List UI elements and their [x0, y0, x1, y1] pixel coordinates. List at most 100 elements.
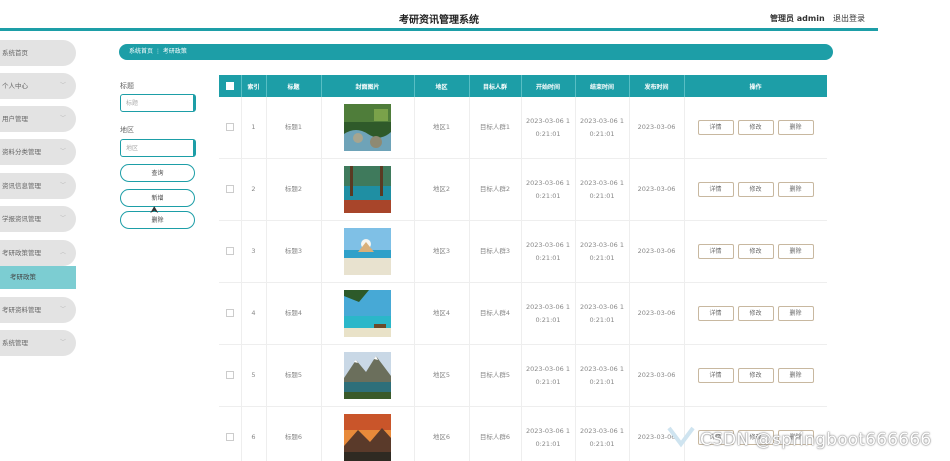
row-checkbox[interactable] — [225, 123, 234, 131]
row-delete-button[interactable]: 删除 — [777, 182, 814, 197]
title-input[interactable]: 标题 — [120, 94, 196, 112]
detail-button[interactable]: 详情 — [697, 182, 734, 197]
end-time-clock: 0:21:01 — [589, 253, 615, 262]
edit-button[interactable]: 修改 — [737, 244, 774, 259]
publish-time-cell: 2023-03-06 — [629, 158, 685, 221]
cover-image-cell — [321, 406, 415, 461]
column-header: 标题 — [266, 75, 322, 97]
start-time-clock: 0:21:01 — [535, 315, 561, 324]
actions-cell: 详情 修改 删除 — [684, 158, 827, 221]
column-header: 操作 — [684, 75, 827, 97]
region-cell: 地区5 — [414, 344, 470, 407]
row-delete-button[interactable]: 删除 — [777, 120, 814, 135]
cover-image-cell — [321, 97, 415, 159]
edit-button[interactable]: 修改 — [737, 368, 774, 383]
target-cell: 目标人群2 — [469, 158, 522, 221]
table-row: 4 标题4 地区4 目标人群4 2023-03-06 1 0:21:01 2023-03-0… — [219, 282, 827, 345]
end-time-cell: 2023-03-06 1 0:21:01 — [575, 344, 630, 407]
index-cell: 4 — [241, 282, 267, 345]
chevron-down-icon: ﹀ — [59, 306, 66, 313]
region-cell: 地区1 — [414, 97, 470, 159]
cover-image[interactable] — [344, 104, 391, 151]
row-delete-button[interactable]: 删除 — [777, 368, 814, 383]
row-delete-button[interactable]: 删除 — [777, 306, 814, 321]
sidebar-item-news[interactable]: 资讯信息管理 ﹀ — [0, 173, 76, 199]
region-input[interactable]: 地区 — [120, 139, 196, 157]
start-time-date: 2023-03-06 1 — [526, 116, 570, 125]
app-title: 考研资讯管理系统 — [399, 15, 479, 26]
sidebar-item-label: 考研政策管理 — [2, 249, 41, 257]
sidebar-item-label: 个人中心 — [2, 82, 28, 90]
sidebar-subitem-label: 考研政策 — [10, 273, 36, 281]
title-label: 标题 — [120, 82, 134, 90]
breadcrumb-separator: ⋮ — [154, 48, 161, 55]
sidebar-item-system[interactable]: 系统管理 ﹀ — [0, 330, 76, 356]
start-time-date: 2023-03-06 1 — [526, 178, 570, 187]
region-cell: 地区6 — [414, 406, 470, 461]
end-time-cell: 2023-03-06 1 0:21:01 — [575, 282, 630, 345]
chevron-down-icon: ﹀ — [59, 182, 66, 189]
detail-button[interactable]: 详情 — [697, 244, 734, 259]
column-header: 结束时间 — [575, 75, 630, 97]
query-button[interactable]: 查询 — [120, 164, 195, 182]
start-time-clock: 0:21:01 — [535, 439, 561, 448]
start-time-cell: 2023-03-06 1 0:21:01 — [521, 220, 576, 283]
table-header-row: 索引 标题 封面图片 地区 目标人群 开始时间 结束时间 发布时间 操作 — [219, 75, 827, 97]
actions-cell: 详情 修改 删除 — [684, 344, 827, 407]
table-row: 2 标题2 地区2 目标人群2 2023-03-06 1 0:21:01 2023-03-0… — [219, 158, 827, 221]
index-cell: 6 — [241, 406, 267, 461]
row-checkbox[interactable] — [225, 185, 234, 193]
sidebar-item-label: 系统首页 — [2, 49, 28, 57]
title-cell: 标题6 — [266, 406, 322, 461]
start-time-cell: 2023-03-06 1 0:21:01 — [521, 158, 576, 221]
row-checkbox[interactable] — [225, 309, 234, 317]
sidebar-item-profile[interactable]: 个人中心 ﹀ — [0, 73, 76, 99]
logout-link[interactable]: 退出登录 — [833, 13, 865, 24]
breadcrumb: 系统首页 ⋮ 考研政策 — [119, 44, 833, 60]
sidebar-item-users[interactable]: 用户管理 ﹀ — [0, 106, 76, 132]
end-time-clock: 0:21:01 — [589, 191, 615, 200]
breadcrumb-home[interactable]: 系统首页 — [129, 48, 153, 55]
cover-image[interactable] — [344, 228, 391, 275]
detail-button[interactable]: 详情 — [697, 306, 734, 321]
select-cell — [219, 158, 242, 221]
index-cell: 5 — [241, 344, 267, 407]
select-all-checkbox[interactable] — [225, 82, 234, 90]
detail-button[interactable]: 详情 — [697, 120, 734, 135]
title-cell: 标题3 — [266, 220, 322, 283]
sidebar-item-material-category[interactable]: 资料分类管理 ﹀ — [0, 139, 76, 165]
target-cell: 目标人群3 — [469, 220, 522, 283]
title-cell: 标题2 — [266, 158, 322, 221]
title-cell: 标题1 — [266, 97, 322, 159]
publish-time-cell: 2023-03-06 — [629, 344, 685, 407]
sidebar-subitem-policy[interactable]: 考研政策 — [0, 266, 76, 289]
edit-button[interactable]: 修改 — [737, 306, 774, 321]
user-label: 管理员 admin — [770, 14, 825, 23]
start-time-date: 2023-03-06 1 — [526, 364, 570, 373]
cover-image[interactable] — [344, 166, 391, 213]
edit-button[interactable]: 修改 — [737, 120, 774, 135]
sidebar-item-policy[interactable]: 考研政策管理 ︿ — [0, 240, 76, 266]
row-checkbox[interactable] — [225, 433, 234, 441]
cover-image[interactable] — [344, 352, 391, 399]
row-checkbox[interactable] — [225, 371, 234, 379]
cover-image[interactable] — [344, 414, 391, 461]
table-row: 1 标题1 地区1 目标人群1 2023-03-06 1 0:21:01 2023-03-0… — [219, 97, 827, 159]
end-time-cell: 2023-03-06 1 0:21:01 — [575, 220, 630, 283]
top-bar: 考研资讯管理系统 管理员 admin 退出登录 — [0, 0, 878, 31]
end-time-clock: 0:21:01 — [589, 439, 615, 448]
sidebar-item-materials[interactable]: 考研资料管理 ﹀ — [0, 297, 76, 323]
chevron-down-icon: ﹀ — [59, 115, 66, 122]
row-delete-button[interactable]: 删除 — [777, 244, 814, 259]
sidebar-item-home[interactable]: 系统首页 — [0, 40, 76, 66]
sidebar-item-label: 用户管理 — [2, 115, 28, 123]
detail-button[interactable]: 详情 — [697, 368, 734, 383]
chevron-down-icon: ﹀ — [59, 148, 66, 155]
start-time-clock: 0:21:01 — [535, 377, 561, 386]
sidebar-item-journal[interactable]: 学报资讯管理 ﹀ — [0, 206, 76, 232]
cover-image[interactable] — [344, 290, 391, 337]
row-checkbox[interactable] — [225, 247, 234, 255]
end-time-date: 2023-03-06 1 — [580, 426, 624, 435]
title-cell: 标题5 — [266, 344, 322, 407]
edit-button[interactable]: 修改 — [737, 182, 774, 197]
